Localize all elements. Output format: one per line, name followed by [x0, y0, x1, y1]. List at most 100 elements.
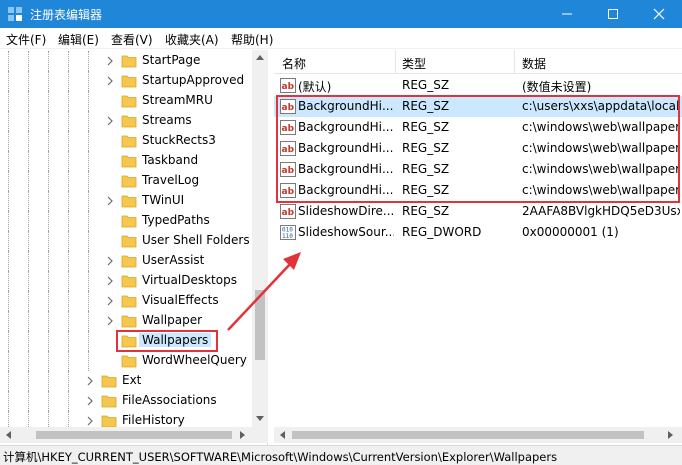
value-data: (数值未设置)	[522, 80, 592, 94]
scroll-up-icon[interactable]	[256, 54, 264, 60]
list-horizontal-scrollbar[interactable]	[274, 427, 682, 443]
folder-icon	[121, 275, 137, 288]
value-row[interactable]: 010 110 SlideshowSour... REG_DWORD 0x0000000…	[274, 222, 682, 243]
folder-icon	[121, 135, 137, 148]
window-title: 注册表编辑器	[30, 8, 103, 22]
scroll-down-icon[interactable]	[256, 416, 264, 422]
svg-text:ab: ab	[282, 208, 295, 218]
menu-help[interactable]: 帮助(H)	[231, 31, 273, 48]
tree-item-label: StreamMRU	[142, 93, 213, 107]
tree-hscroll-thumb[interactable]	[36, 431, 232, 439]
folder-icon	[121, 255, 137, 268]
scroll-right-icon[interactable]	[668, 431, 674, 439]
menu-view[interactable]: 查看(V)	[111, 31, 153, 48]
tree-item-label: Ext	[122, 373, 142, 387]
scroll-left-icon[interactable]	[279, 431, 285, 439]
chevron-right-icon[interactable]	[105, 256, 115, 266]
column-name-header[interactable]: 名称	[282, 55, 306, 72]
svg-text:110: 110	[282, 233, 293, 240]
chevron-right-icon[interactable]	[105, 116, 115, 126]
chevron-right-icon[interactable]	[105, 56, 115, 66]
list-hscroll-thumb[interactable]	[292, 431, 644, 439]
value-name: SlideshowSour...	[298, 225, 394, 239]
scroll-right-icon[interactable]	[240, 431, 246, 439]
maximize-button[interactable]	[590, 0, 636, 28]
annotation-box-background-history	[276, 95, 680, 203]
value-row[interactable]: ab (默认) REG_SZ (数值未设置)	[274, 75, 682, 96]
tree-item-label: UserAssist	[142, 253, 205, 267]
list-header: 名称 类型 数据	[274, 50, 682, 74]
tree-item[interactable]: FileAssociations	[0, 391, 252, 411]
tree-item[interactable]: Wallpaper	[0, 311, 252, 331]
svg-text:ab: ab	[282, 82, 295, 92]
tree-item[interactable]: StuckRects3	[0, 131, 252, 151]
chevron-right-icon[interactable]	[85, 416, 95, 426]
tree-item[interactable]: TravelLog	[0, 171, 252, 191]
column-data-header[interactable]: 数据	[522, 55, 546, 72]
folder-icon	[121, 195, 137, 208]
title-bar: 注册表编辑器	[0, 0, 682, 28]
minimize-button[interactable]	[544, 0, 590, 28]
tree-item[interactable]: TypedPaths	[0, 211, 252, 231]
tree-item[interactable]: Ext	[0, 371, 252, 391]
binary-value-icon: 010110	[280, 225, 296, 240]
tree-item[interactable]: Streams	[0, 111, 252, 131]
tree-item-label: User Shell Folders	[142, 233, 250, 247]
folder-icon	[121, 95, 137, 108]
tree-horizontal-scrollbar[interactable]	[0, 427, 268, 443]
registry-app-icon	[8, 7, 22, 21]
close-button[interactable]	[636, 0, 682, 28]
chevron-right-icon[interactable]	[85, 376, 95, 386]
string-value-icon: ab	[280, 78, 296, 93]
column-divider[interactable]	[514, 50, 515, 74]
menu-bar: 文件(F) 编辑(E) 查看(V) 收藏夹(A) 帮助(H)	[0, 28, 682, 49]
chevron-right-icon[interactable]	[105, 276, 115, 286]
tree-item-label: FileAssociations	[122, 393, 217, 407]
tree-item-label: VisualEffects	[142, 293, 219, 307]
tree-item-label: VirtualDesktops	[142, 273, 237, 287]
scrollbar-corner	[252, 427, 268, 443]
tree-item[interactable]: UserAssist	[0, 251, 252, 271]
value-type: REG_DWORD	[402, 225, 482, 239]
annotation-box-wallpapers	[116, 330, 218, 352]
chevron-right-icon[interactable]	[105, 316, 115, 326]
tree-item-label: StartupApproved	[142, 73, 245, 87]
tree-item[interactable]: TWinUI	[0, 191, 252, 211]
tree-item-label: Taskband	[142, 153, 199, 167]
folder-icon	[101, 395, 117, 408]
folder-icon	[121, 235, 137, 248]
tree-item-label: WordWheelQuery	[142, 353, 247, 367]
chevron-right-icon[interactable]	[105, 196, 115, 206]
chevron-right-icon[interactable]	[105, 76, 115, 86]
folder-icon	[121, 75, 137, 88]
scroll-left-icon[interactable]	[5, 431, 11, 439]
tree-item[interactable]: VisualEffects	[0, 291, 252, 311]
menu-favorites[interactable]: 收藏夹(A)	[165, 31, 219, 48]
tree-item[interactable]: StartPage	[0, 51, 252, 71]
folder-icon	[121, 115, 137, 128]
column-type-header[interactable]: 类型	[402, 55, 426, 72]
maximize-icon	[608, 9, 618, 19]
tree-item[interactable]: WordWheelQuery	[0, 351, 252, 371]
folder-icon	[121, 175, 137, 188]
registry-tree[interactable]: StartPage StartupApproved StreamMRU Streams…	[0, 50, 268, 445]
menu-file[interactable]: 文件(F)	[6, 31, 46, 48]
tree-item[interactable]: User Shell Folders	[0, 231, 252, 251]
tree-item-label: StartPage	[142, 53, 201, 67]
folder-icon	[121, 155, 137, 168]
column-divider[interactable]	[395, 50, 396, 74]
tree-item[interactable]: StreamMRU	[0, 91, 252, 111]
value-row[interactable]: ab SlideshowDire... REG_SZ 2AAFA8BVlgkHDQ5e…	[274, 201, 682, 222]
status-bar: 计算机\HKEY_CURRENT_USER\SOFTWARE\Microsoft…	[0, 445, 682, 465]
folder-icon	[121, 315, 137, 328]
chevron-right-icon[interactable]	[85, 396, 95, 406]
chevron-right-icon[interactable]	[105, 296, 115, 306]
tree-scroll-thumb[interactable]	[255, 290, 265, 360]
value-data: 0x00000001 (1)	[522, 225, 619, 239]
tree-item[interactable]: StartupApproved	[0, 71, 252, 91]
menu-edit[interactable]: 编辑(E)	[58, 31, 99, 48]
tree-vertical-scrollbar[interactable]	[252, 50, 268, 427]
folder-icon	[101, 415, 117, 428]
tree-item[interactable]: Taskband	[0, 151, 252, 171]
tree-item[interactable]: VirtualDesktops	[0, 271, 252, 291]
